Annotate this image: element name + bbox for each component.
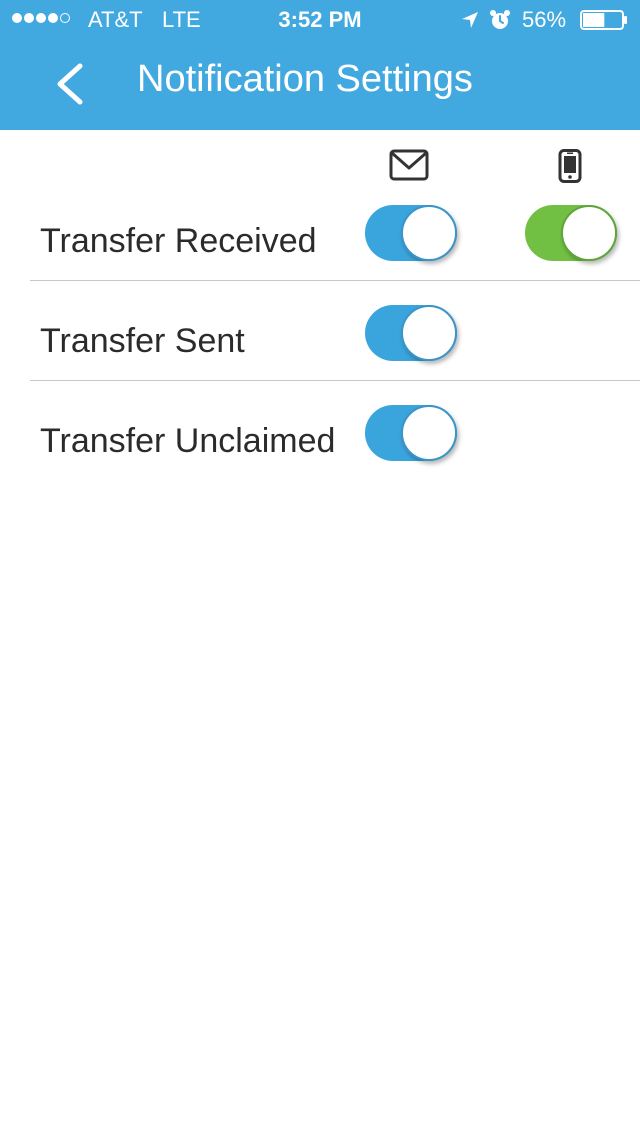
toggle-knob — [401, 305, 457, 361]
phone-icon — [558, 149, 582, 183]
app-header: AT&T LTE 3:52 PM 56% Notification Settin… — [0, 0, 640, 130]
setting-row-transfer-received: Transfer Received — [30, 180, 640, 281]
back-chevron-icon[interactable] — [40, 54, 100, 114]
setting-row-transfer-sent: Transfer Sent — [30, 280, 640, 381]
setting-label: Transfer Received — [40, 222, 317, 260]
push-toggle-transfer-received[interactable] — [525, 205, 617, 261]
toggle-knob — [401, 205, 457, 261]
battery-percent: 56% — [522, 7, 567, 32]
status-bar: AT&T LTE 3:52 PM 56% — [0, 0, 640, 40]
setting-label: Transfer Unclaimed — [40, 422, 336, 460]
alarm-clock-icon — [490, 10, 510, 29]
page-title: Notification Settings — [137, 58, 473, 100]
battery-icon — [580, 10, 627, 30]
email-toggle-transfer-unclaimed[interactable] — [365, 405, 457, 461]
email-toggle-transfer-received[interactable] — [365, 205, 457, 261]
setting-row-transfer-unclaimed: Transfer Unclaimed — [30, 380, 640, 480]
mail-icon — [389, 149, 429, 181]
location-arrow-icon — [462, 12, 478, 28]
toggle-knob — [401, 405, 457, 461]
email-toggle-transfer-sent[interactable] — [365, 305, 457, 361]
toggle-knob — [561, 205, 617, 261]
setting-label: Transfer Sent — [40, 322, 245, 360]
